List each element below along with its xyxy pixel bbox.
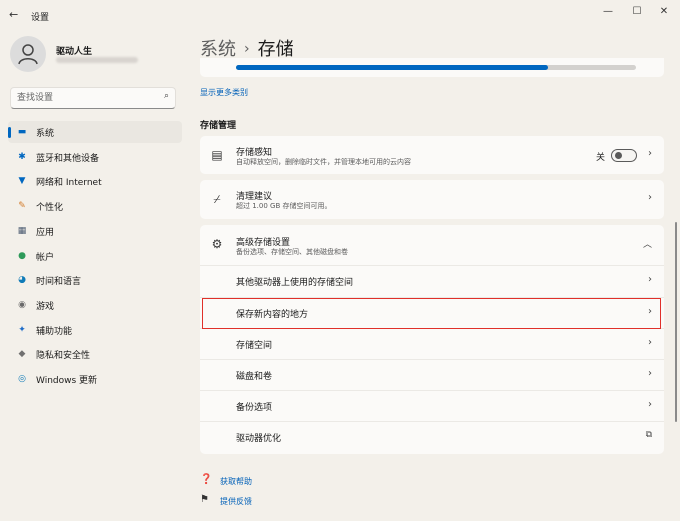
storage-sense-card[interactable]: ▤ 存储感知 自动释放空间，删除临时文件，并管理本地可用的云内容 关 › <box>200 136 664 174</box>
gear-icon: ⚙ <box>211 237 223 251</box>
show-more-link[interactable]: 显示更多类别 <box>200 87 248 98</box>
chevron-up-icon: ︿ <box>642 240 652 250</box>
search-input[interactable] <box>17 91 147 104</box>
storage-usage-fill <box>236 65 548 70</box>
toggle-knob <box>615 152 622 159</box>
sidebar-item-label: 时间和语言 <box>36 277 82 288</box>
wifi-icon: ▼ <box>18 176 26 187</box>
external-link-icon: ⧉ <box>645 430 652 440</box>
row-label: 备份选项 <box>236 403 273 413</box>
sidebar-item[interactable]: ◆ 隐私和安全性 <box>8 343 182 365</box>
sidebar-item-label: 个性化 <box>36 203 64 214</box>
advanced-storage-row[interactable]: 备份选项 › <box>200 390 664 421</box>
row-divider <box>200 359 664 360</box>
close-button[interactable]: ✕ <box>654 4 674 20</box>
monitor-icon: ▬ <box>17 127 27 137</box>
advanced-storage-row[interactable]: 其他驱动器上使用的存储空间 › <box>200 265 664 296</box>
row-divider <box>200 265 664 266</box>
row-label: 磁盘和卷 <box>236 372 273 382</box>
minimize-button[interactable]: — <box>598 4 618 20</box>
chevron-right-icon: › <box>648 192 652 203</box>
row-label: 驱动器优化 <box>236 434 282 444</box>
chevron-right-icon: › <box>648 148 652 159</box>
breadcrumb-parent[interactable]: 系统 <box>200 39 236 60</box>
sidebar-item[interactable]: ✱ 蓝牙和其他设备 <box>8 146 182 168</box>
search-icon[interactable]: ⌕ <box>164 91 169 101</box>
advanced-storage-row[interactable]: 磁盘和卷 › <box>200 359 664 390</box>
sidebar-item-label: Windows 更新 <box>36 376 98 386</box>
advanced-storage-row[interactable]: 驱动器优化 ⧉ <box>200 421 664 454</box>
sidebar-item-label: 隐私和安全性 <box>36 351 91 362</box>
sidebar-item-label: 帐户 <box>36 252 55 263</box>
user-email-redacted <box>56 57 138 63</box>
row-divider <box>200 421 664 422</box>
sidebar-item[interactable]: ◕ 时间和语言 <box>8 269 182 291</box>
storage-usage-bar <box>236 65 636 70</box>
help-icon: ❓ <box>200 474 213 485</box>
sidebar-item-label: 系统 <box>36 129 55 139</box>
feedback-icon: ⚑ <box>200 494 209 505</box>
gamepad-icon: ◉ <box>18 299 26 310</box>
chevron-right-icon: › <box>648 274 652 285</box>
title-bar: ← 设置 — ☐ ✕ <box>0 0 680 30</box>
active-indicator <box>8 127 11 138</box>
sidebar-item-label: 应用 <box>36 227 55 238</box>
row-label: 存储空间 <box>236 341 273 351</box>
brush-icon: ✎ <box>18 201 26 212</box>
sidebar-item[interactable]: ● 帐户 <box>8 245 182 267</box>
row-label: 其他驱动器上使用的存储空间 <box>236 278 354 288</box>
sidebar-item[interactable]: ▦ 应用 <box>8 220 182 242</box>
maximize-button[interactable]: ☐ <box>627 4 647 20</box>
sidebar-item[interactable]: ▼ 网络和 Internet <box>8 170 182 192</box>
advanced-storage-subtitle: 备份选项、存储空间、其他磁盘和卷 <box>236 248 348 256</box>
section-title: 存储管理 <box>200 121 237 131</box>
toggle-state-label: 关 <box>596 153 606 163</box>
breadcrumb-separator: › <box>244 41 250 57</box>
storage-usage-card <box>200 58 664 77</box>
sidebar-item-label: 蓝牙和其他设备 <box>36 153 100 164</box>
storage-sense-toggle[interactable] <box>611 149 637 162</box>
sidebar-item[interactable]: ✦ 辅助功能 <box>8 319 182 341</box>
get-help-link[interactable]: 获取帮助 <box>220 476 252 487</box>
storage-drive-icon: ▤ <box>211 148 223 162</box>
advanced-storage-header[interactable]: ⚙ 高级存储设置 备份选项、存储空间、其他磁盘和卷 ︿ <box>200 225 664 265</box>
chevron-right-icon: › <box>648 368 652 379</box>
bluetooth-icon: ✱ <box>18 151 26 162</box>
advanced-storage-row[interactable]: 存储空间 › <box>200 328 664 359</box>
sidebar-item-label: 网络和 Internet <box>36 178 102 189</box>
cleanup-recommendations-card[interactable]: ⌿ 清理建议 超过 1.00 GB 存储空间可用。 › <box>200 180 664 219</box>
user-name: 驱动人生 <box>56 47 93 57</box>
broom-icon: ⌿ <box>213 192 221 206</box>
apps-icon: ▦ <box>17 225 27 236</box>
feedback-link[interactable]: 提供反馈 <box>220 496 252 507</box>
scrollbar[interactable] <box>675 222 677 422</box>
highlight-box <box>202 298 661 329</box>
avatar[interactable] <box>10 36 46 72</box>
sidebar-item-label: 辅助功能 <box>36 326 73 337</box>
search-box[interactable]: ⌕ <box>10 87 176 109</box>
accessibility-icon: ✦ <box>18 324 26 335</box>
sidebar-item[interactable]: ◉ 游戏 <box>8 294 182 316</box>
sidebar-item-label: 游戏 <box>36 301 55 312</box>
app-title: 设置 <box>31 13 50 23</box>
account-icon: ● <box>18 250 26 261</box>
person-icon <box>18 44 38 65</box>
shield-icon: ◆ <box>18 349 26 360</box>
sidebar-item[interactable]: ✎ 个性化 <box>8 195 182 217</box>
row-divider <box>200 390 664 391</box>
page-title: 存储 <box>257 39 294 60</box>
sidebar-item[interactable]: ▬ 系统 <box>8 121 182 143</box>
update-icon: ◎ <box>18 374 26 384</box>
storage-sense-subtitle: 自动释放空间，删除临时文件，并管理本地可用的云内容 <box>236 158 411 166</box>
clock-globe-icon: ◕ <box>18 275 26 286</box>
cleanup-subtitle: 超过 1.00 GB 存储空间可用。 <box>236 202 332 210</box>
sidebar-item[interactable]: ◎ Windows 更新 <box>8 368 182 390</box>
chevron-right-icon: › <box>648 399 652 410</box>
chevron-right-icon: › <box>648 337 652 348</box>
back-arrow-icon[interactable]: ← <box>9 8 18 21</box>
